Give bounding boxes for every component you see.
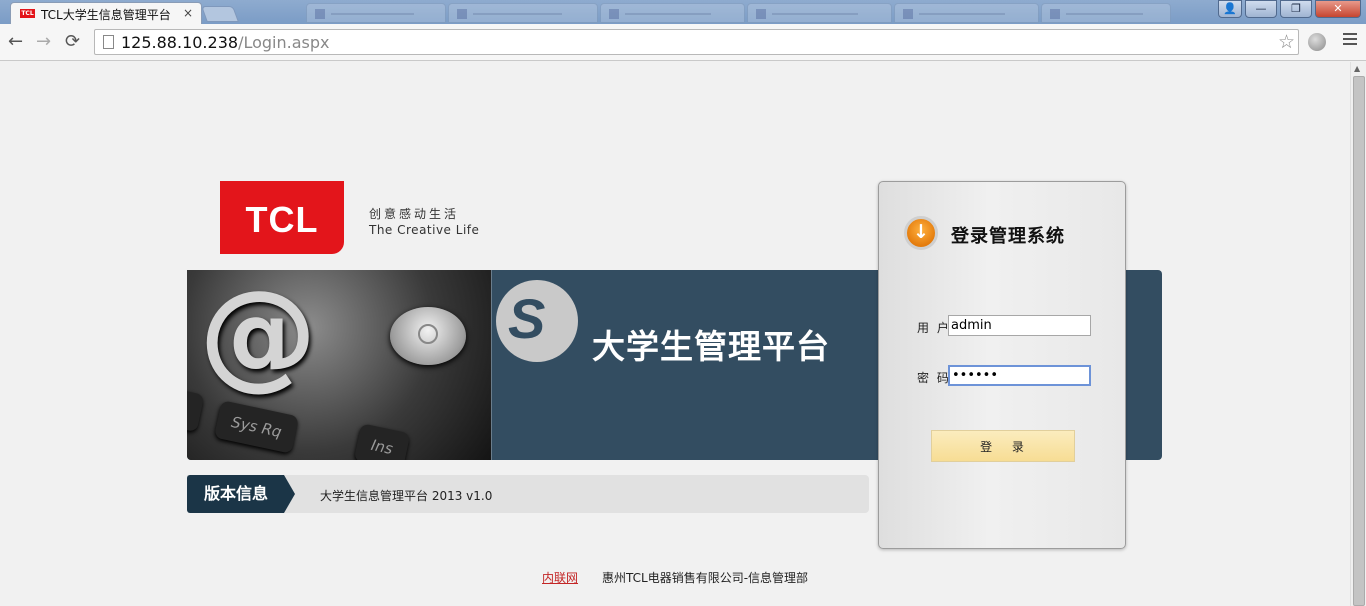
background-tab[interactable] (600, 3, 745, 23)
company-name: 惠州TCL电器销售有限公司-信息管理部 (602, 571, 809, 585)
browser-toolbar: ← → ⟳ 125.88.10.238/Login.aspx ☆ (0, 24, 1366, 61)
reload-icon[interactable]: ⟳ (65, 32, 80, 52)
version-bar: 版本信息 大学生信息管理平台 2013 v1.0 (187, 475, 869, 513)
extension-globe-icon[interactable] (1308, 33, 1326, 51)
password-input[interactable] (948, 365, 1091, 386)
url-host: 125.88.10.238 (121, 33, 239, 52)
background-tab[interactable] (1041, 3, 1171, 23)
platform-logo-glyph: S (508, 287, 546, 350)
tab-title: TCL大学生信息管理平台 (41, 8, 171, 22)
slogan-en: The Creative Life (369, 223, 480, 237)
at-sign-icon: @ (199, 270, 317, 402)
tab-favicon-icon (756, 9, 766, 19)
slogan: 创意感动生活 The Creative Life (369, 205, 479, 237)
scroll-up-icon[interactable]: ▲ (1354, 64, 1360, 73)
version-text: 大学生信息管理平台 2013 v1.0 (320, 489, 493, 503)
version-tag: 版本信息 (187, 475, 295, 513)
tcl-favicon-icon: TCL (20, 9, 35, 18)
tcl-logo: TCL (220, 181, 344, 254)
user-icon[interactable]: 👤 (1218, 0, 1242, 18)
vertical-scrollbar[interactable]: ▲ (1350, 62, 1366, 606)
menu-icon[interactable] (1343, 33, 1357, 48)
maximize-button[interactable]: ❐ (1280, 0, 1312, 18)
bookmark-star-icon[interactable]: ☆ (1278, 31, 1295, 53)
platform-logo-icon: S (496, 280, 578, 362)
tab-favicon-icon (315, 9, 325, 19)
username-input[interactable] (948, 315, 1091, 336)
window-controls: 👤 — ❐ ✕ (1218, 0, 1361, 19)
new-tab-button[interactable] (201, 6, 239, 22)
background-tab[interactable] (894, 3, 1039, 23)
login-page: TCL 创意感动生活 The Creative Life @ Sys Rq In… (0, 62, 1350, 606)
tab-favicon-icon (609, 9, 619, 19)
page-icon (103, 35, 114, 49)
tab-favicon-icon (903, 9, 913, 19)
background-tab[interactable] (448, 3, 598, 23)
platform-title: 大学生管理平台 (592, 327, 830, 366)
back-arrow-icon[interactable]: ← (8, 32, 23, 52)
tab-favicon-icon (457, 9, 467, 19)
minimize-button[interactable]: — (1245, 0, 1277, 18)
background-tab[interactable] (306, 3, 446, 23)
tab-tcl-platform[interactable]: TCL TCL大学生信息管理平台 × (10, 2, 202, 24)
keyboard-key: Sys Rq (213, 400, 300, 454)
logo-text: TCL (245, 199, 319, 240)
login-button[interactable]: 登 录 (931, 430, 1075, 462)
keyboard-key: Ins (353, 423, 411, 460)
login-arrow-glyph: ↓ (913, 221, 929, 243)
title-bar: TCL TCL大学生信息管理平台 × 👤 — ❐ ✕ (0, 0, 1366, 24)
login-arrow-icon: ↓ (904, 216, 938, 250)
tab-favicon-icon (1050, 9, 1060, 19)
forward-arrow-icon[interactable]: → (36, 32, 51, 52)
password-label: 密 码 (917, 371, 951, 385)
power-key-icon (390, 307, 466, 365)
keyboard-photo: @ Sys Rq Ins rn (187, 270, 492, 460)
url-text: 125.88.10.238/Login.aspx (121, 33, 329, 52)
intranet-link[interactable]: 内联网 (542, 569, 578, 586)
url-path: /Login.aspx (238, 33, 330, 52)
scrollbar-thumb[interactable] (1353, 76, 1365, 606)
username-label: 用 户 (917, 321, 951, 335)
address-bar[interactable]: 125.88.10.238/Login.aspx ☆ (94, 29, 1299, 55)
slogan-cn: 创意感动生活 (369, 207, 460, 221)
login-panel: ↓ 登录管理系统 用 户 密 码 登 录 (878, 181, 1126, 549)
background-tab[interactable] (747, 3, 892, 23)
close-window-button[interactable]: ✕ (1315, 0, 1361, 18)
login-title: 登录管理系统 (951, 226, 1065, 247)
tab-close-icon[interactable]: × (183, 6, 193, 20)
